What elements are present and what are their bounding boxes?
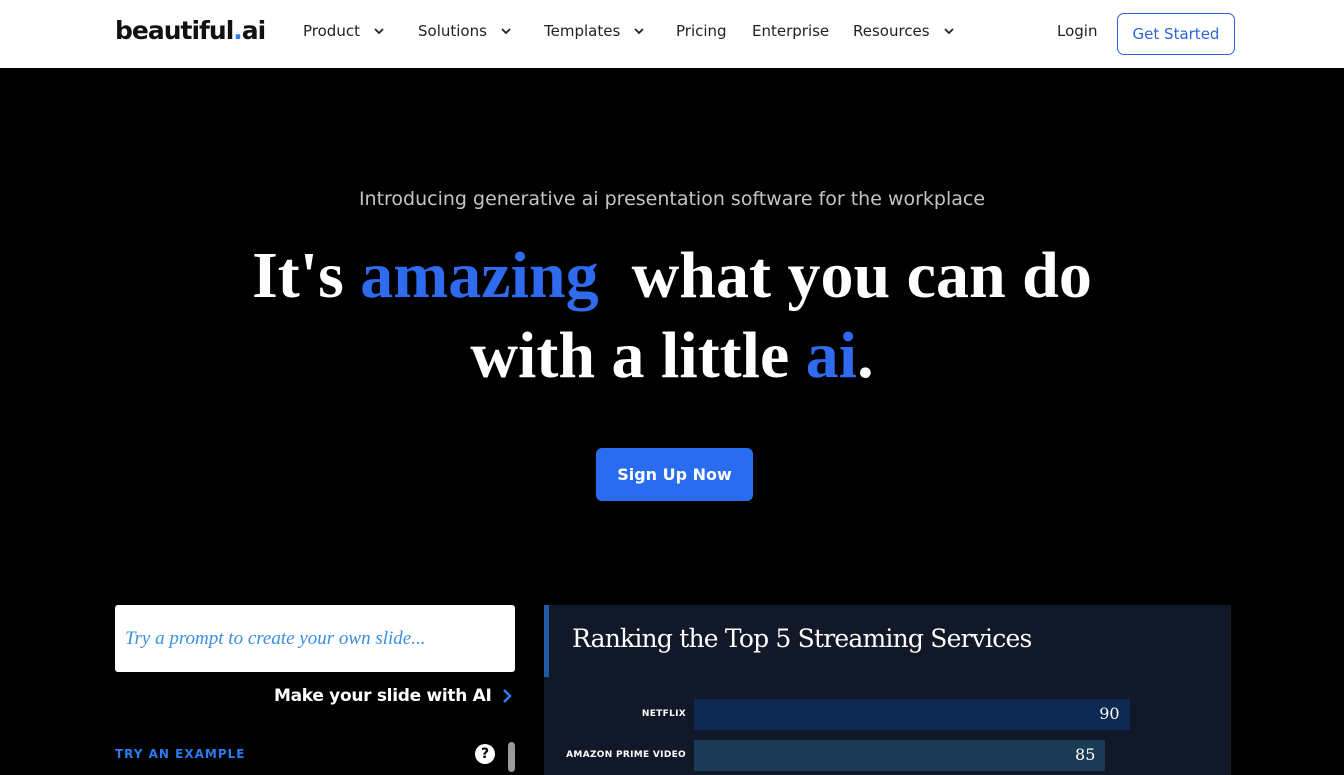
make-slide-label: Make your slide with AI	[274, 686, 492, 706]
get-started-button[interactable]: Get Started	[1117, 13, 1235, 55]
slide-accent-bar	[544, 605, 549, 677]
nav-item-templates[interactable]: Templates	[544, 22, 644, 40]
hero-intro: Introducing generative ai presentation s…	[358, 188, 986, 210]
headline-accent-word: ai	[805, 319, 858, 392]
headline-line-2: with a little ai.	[0, 316, 1344, 396]
login-link[interactable]: Login	[1057, 22, 1097, 40]
logo-suffix: ai	[241, 16, 266, 45]
top-navigation: beautiful.ai Product Solutions Templates…	[0, 0, 1344, 68]
hero-headline: It's amazing what you can do with a litt…	[0, 236, 1344, 396]
prompt-input[interactable]	[115, 605, 515, 672]
nav-item-pricing[interactable]: Pricing	[676, 22, 727, 40]
bar	[694, 699, 1130, 730]
headline-line-1: It's amazing what you can do	[0, 236, 1344, 316]
chevron-right-icon	[502, 689, 512, 703]
bar	[694, 740, 1106, 771]
nav-item-label: Enterprise	[752, 22, 830, 40]
headline-period: .	[857, 319, 874, 392]
chevron-down-icon	[943, 28, 954, 35]
sign-up-now-button[interactable]: Sign Up Now	[596, 448, 753, 501]
nav-item-label: Solutions	[418, 22, 487, 40]
chevron-down-icon	[634, 28, 644, 35]
nav-item-label: Resources	[853, 22, 930, 40]
logo-text: beautiful	[115, 16, 234, 45]
nav-item-label: Templates	[544, 22, 621, 40]
nav-item-label: Pricing	[676, 22, 727, 40]
chevron-down-icon	[501, 28, 511, 35]
bar-value-label: 90	[1099, 704, 1120, 723]
chevron-down-icon	[374, 28, 384, 35]
bar-value-label: 85	[1075, 745, 1096, 764]
headline-text: what you can do	[598, 239, 1092, 312]
nav-item-label: Product	[303, 22, 360, 40]
headline-text: It's	[252, 239, 361, 312]
logo[interactable]: beautiful.ai	[115, 16, 266, 45]
try-an-example-label: TRY AN EXAMPLE	[115, 747, 246, 761]
slide-border	[1231, 605, 1232, 775]
logo-dot: .	[233, 16, 242, 45]
bar-label: AMAZON PRIME VIDEO	[566, 750, 686, 760]
help-icon[interactable]: ?	[475, 744, 495, 764]
make-slide-button[interactable]: Make your slide with AI	[274, 686, 512, 706]
headline-text: with a little	[470, 319, 806, 392]
nav-item-solutions[interactable]: Solutions	[418, 22, 511, 40]
slide-title: Ranking the Top 5 Streaming Services	[572, 624, 1032, 653]
headline-accent-word: amazing	[360, 239, 599, 312]
bar-label: NETFLIX	[641, 709, 686, 719]
nav-item-resources[interactable]: Resources	[853, 22, 954, 40]
nav-item-product[interactable]: Product	[303, 22, 384, 40]
nav-item-enterprise[interactable]: Enterprise	[752, 22, 829, 40]
